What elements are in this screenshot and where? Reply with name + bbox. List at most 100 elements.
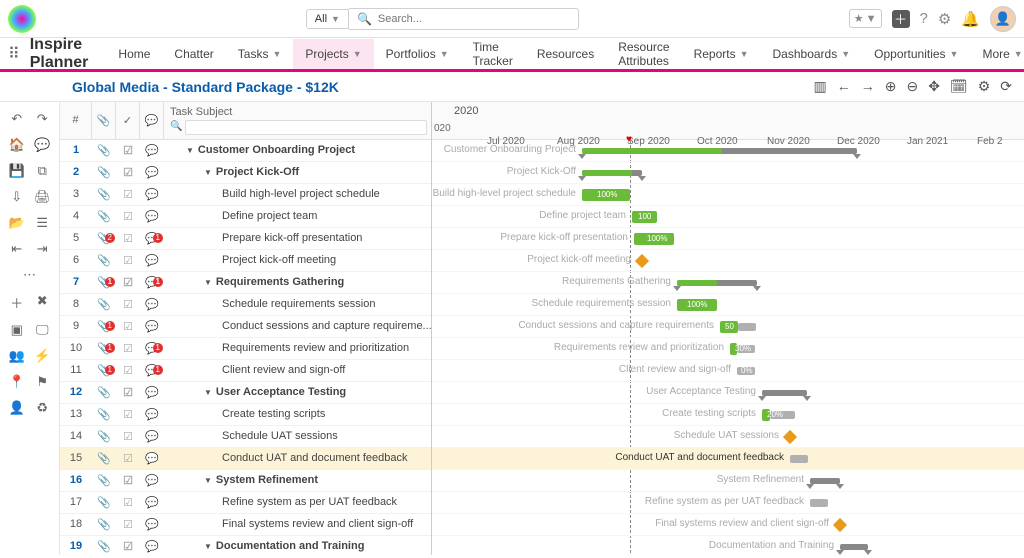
chat-icon[interactable]: 💬 [140, 166, 164, 179]
collapse-icon[interactable]: ▼ [186, 146, 194, 155]
recycle-icon[interactable]: ♻ [32, 400, 52, 416]
task-row[interactable]: 16📎☑💬▼System Refinement [60, 470, 431, 492]
task-subject[interactable]: Build high-level project schedule [164, 188, 431, 200]
task-subject[interactable]: ▼Customer Onboarding Project [164, 144, 431, 156]
print-icon[interactable]: 🖨 [32, 189, 52, 205]
attachment-icon[interactable]: 📎 [92, 188, 116, 201]
collapse-icon[interactable]: ▼ [204, 476, 212, 485]
app-launcher-icon[interactable]: ⠿ [8, 44, 20, 64]
task-subject[interactable]: ▼Project Kick-Off [164, 166, 431, 178]
check-icon[interactable]: ☑ [116, 408, 140, 421]
attachment-icon[interactable]: 📎 [92, 254, 116, 267]
task-subject[interactable]: ▼System Refinement [164, 474, 431, 486]
check-icon[interactable]: ☑ [116, 364, 140, 377]
nav-back-icon[interactable]: ← [837, 78, 851, 95]
collapse-icon[interactable]: ▼ [204, 388, 212, 397]
attachment-icon[interactable]: 📎1 [92, 364, 116, 377]
collapse-icon[interactable]: ▼ [204, 278, 212, 287]
check-icon[interactable]: ☑ [116, 210, 140, 223]
chat-icon[interactable]: 💬 [140, 408, 164, 421]
task-subject[interactable]: Prepare kick-off presentation [164, 232, 431, 244]
check-icon[interactable]: ☑ [116, 518, 140, 531]
check-icon[interactable]: ☑ [116, 386, 140, 399]
collapse-icon[interactable]: ▼ [204, 168, 212, 177]
setup-gear-icon[interactable]: ⚙ [938, 10, 951, 28]
chat-icon[interactable]: 💬 [140, 474, 164, 487]
task-subject[interactable]: Conduct sessions and capture requireme..… [164, 320, 431, 332]
nav-dashboards[interactable]: Dashboards▼ [761, 39, 863, 69]
task-row[interactable]: 18📎☑💬Final systems review and client sig… [60, 514, 431, 536]
save-icon[interactable]: 💾 [7, 163, 27, 179]
search-scope-dropdown[interactable]: All ▼ [306, 9, 349, 29]
gantt-bar[interactable] [738, 323, 756, 331]
task-row[interactable]: 6📎☑💬Project kick-off meeting [60, 250, 431, 272]
chat-icon[interactable]: 💬1 [140, 232, 164, 245]
task-row[interactable]: 13📎☑💬Create testing scripts [60, 404, 431, 426]
nav-portfolios[interactable]: Portfolios▼ [374, 39, 461, 69]
task-subject[interactable]: Conduct UAT and document feedback [164, 452, 431, 464]
nav-projects[interactable]: Projects▼ [293, 39, 373, 69]
task-subject[interactable]: Client review and sign-off [164, 364, 431, 376]
task-subject[interactable]: Create testing scripts [164, 408, 431, 420]
nav-home[interactable]: Home [106, 39, 162, 69]
nav-chatter[interactable]: Chatter [162, 39, 225, 69]
notifications-bell-icon[interactable]: 🔔 [961, 10, 980, 28]
attachment-icon[interactable]: 📎 [92, 166, 116, 179]
search-input[interactable] [378, 13, 570, 25]
task-subject[interactable]: Schedule UAT sessions [164, 430, 431, 442]
task-subject[interactable]: Final systems review and client sign-off [164, 518, 431, 530]
check-icon[interactable]: ☑ [116, 188, 140, 201]
assign-icon[interactable]: 👤 [7, 400, 27, 416]
users-icon[interactable]: 👥 [7, 348, 27, 364]
outdent-icon[interactable]: ⇤ [7, 241, 27, 257]
nav-resources[interactable]: Resources [525, 39, 606, 69]
task-row[interactable]: 4📎☑💬Define project team [60, 206, 431, 228]
task-row[interactable]: 14📎☑💬Schedule UAT sessions [60, 426, 431, 448]
chat-icon[interactable]: 💬 [140, 430, 164, 443]
attachment-icon[interactable]: 📎1 [92, 320, 116, 333]
nav-more[interactable]: More▼ [970, 39, 1024, 69]
refresh-icon[interactable]: ⟳ [1000, 78, 1012, 95]
nav-resource-attributes[interactable]: Resource Attributes [606, 32, 681, 76]
screen-icon[interactable]: ▣ [7, 322, 27, 338]
task-row[interactable]: 17📎☑💬Refine system as per UAT feedback [60, 492, 431, 514]
task-row[interactable]: 2📎☑💬▼Project Kick-Off [60, 162, 431, 184]
undo-icon[interactable]: ↶ [7, 111, 27, 127]
chat-icon[interactable]: 💬 [140, 210, 164, 223]
check-icon[interactable]: ☑ [116, 320, 140, 333]
task-subject[interactable]: Define project team [164, 210, 431, 222]
indent-icon[interactable]: ⇥ [32, 241, 52, 257]
flag-icon[interactable]: ⚑ [32, 374, 52, 390]
milestone-diamond[interactable] [783, 430, 797, 444]
expand-icon[interactable]: ✥ [928, 78, 940, 95]
check-icon[interactable]: ☑ [116, 342, 140, 355]
attachment-icon[interactable]: 📎2 [92, 232, 116, 245]
milestone-diamond[interactable] [635, 254, 649, 268]
task-subject[interactable]: Refine system as per UAT feedback [164, 496, 431, 508]
milestone-diamond[interactable] [833, 518, 847, 532]
chat-icon[interactable]: 💬 [140, 386, 164, 399]
task-row[interactable]: 7📎1☑💬1▼Requirements Gathering [60, 272, 431, 294]
task-subject[interactable]: Requirements review and prioritization [164, 342, 431, 354]
chat-icon[interactable]: 💬 [140, 452, 164, 465]
attachment-icon[interactable]: 📎 [92, 452, 116, 465]
check-icon[interactable]: ☑ [116, 452, 140, 465]
columns-icon[interactable]: ▥ [813, 78, 826, 95]
zoom-out-icon[interactable]: ⊖ [906, 78, 918, 95]
list-icon[interactable]: ☰ [32, 215, 52, 231]
task-subject[interactable]: ▼Requirements Gathering [164, 276, 431, 288]
task-row[interactable]: 11📎1☑💬1Client review and sign-off [60, 360, 431, 382]
chat-icon[interactable]: 💬1 [140, 364, 164, 377]
calendar-icon[interactable]: 🗓 [950, 78, 968, 95]
check-icon[interactable]: ☑ [116, 496, 140, 509]
check-icon[interactable]: ☑ [116, 540, 140, 553]
chat-icon[interactable]: 💬 [140, 518, 164, 531]
chat-icon[interactable]: 💬 [140, 144, 164, 157]
task-subject[interactable]: Schedule requirements session [164, 298, 431, 310]
gantt-bar[interactable] [762, 390, 807, 396]
folder-icon[interactable]: 📂 [7, 215, 27, 231]
task-row[interactable]: 1📎☑💬▼Customer Onboarding Project [60, 140, 431, 162]
task-row[interactable]: 3📎☑💬Build high-level project schedule [60, 184, 431, 206]
attachment-icon[interactable]: 📎 [92, 518, 116, 531]
task-row[interactable]: 5📎2☑💬1Prepare kick-off presentation [60, 228, 431, 250]
